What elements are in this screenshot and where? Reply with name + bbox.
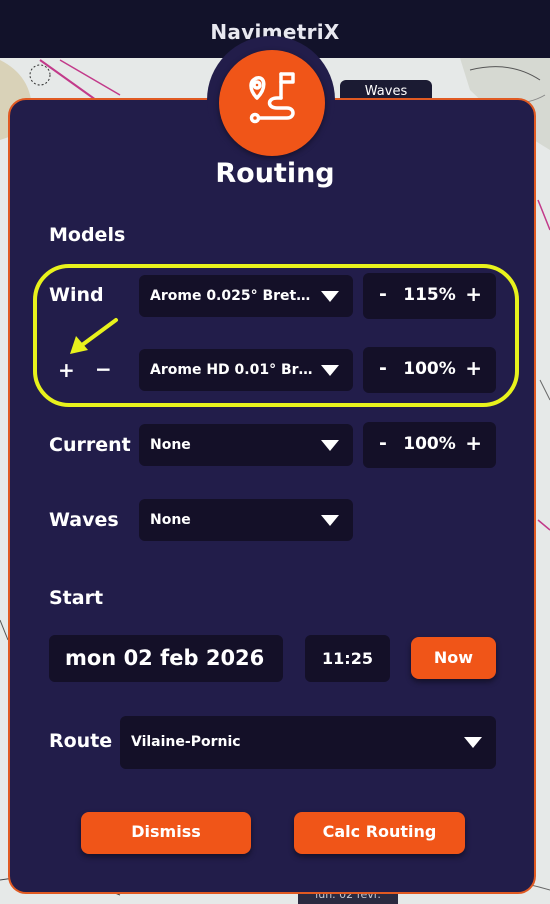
current-label: Current [49, 434, 131, 456]
dismiss-button[interactable]: Dismiss [81, 812, 251, 854]
start-date-field[interactable]: mon 02 feb 2026 [49, 635, 283, 682]
calc-routing-button[interactable]: Calc Routing [294, 812, 465, 854]
increase-button[interactable]: + [465, 431, 482, 455]
current-model-select[interactable]: None [139, 424, 353, 466]
chevron-down-icon [464, 737, 482, 748]
current-factor-stepper: - 100% + [363, 422, 496, 468]
route-select[interactable]: Vilaine-Pornic [120, 716, 496, 769]
start-heading: Start [49, 587, 104, 609]
route-label: Route [49, 730, 113, 752]
route-pin-icon [219, 50, 325, 156]
chevron-down-icon [321, 515, 339, 526]
waves-label: Waves [49, 509, 119, 531]
annotation-arrow-icon [70, 318, 118, 354]
waves-model-value: None [150, 512, 191, 528]
route-value: Vilaine-Pornic [131, 734, 241, 750]
chevron-down-icon [321, 440, 339, 451]
start-time-field[interactable]: 11:25 [305, 635, 390, 682]
routing-dialog [8, 98, 536, 894]
now-button[interactable]: Now [411, 637, 496, 679]
models-heading: Models [49, 224, 126, 246]
current-model-value: None [150, 437, 191, 453]
dialog-title: Routing [215, 158, 335, 189]
waves-model-select[interactable]: None [139, 499, 353, 541]
